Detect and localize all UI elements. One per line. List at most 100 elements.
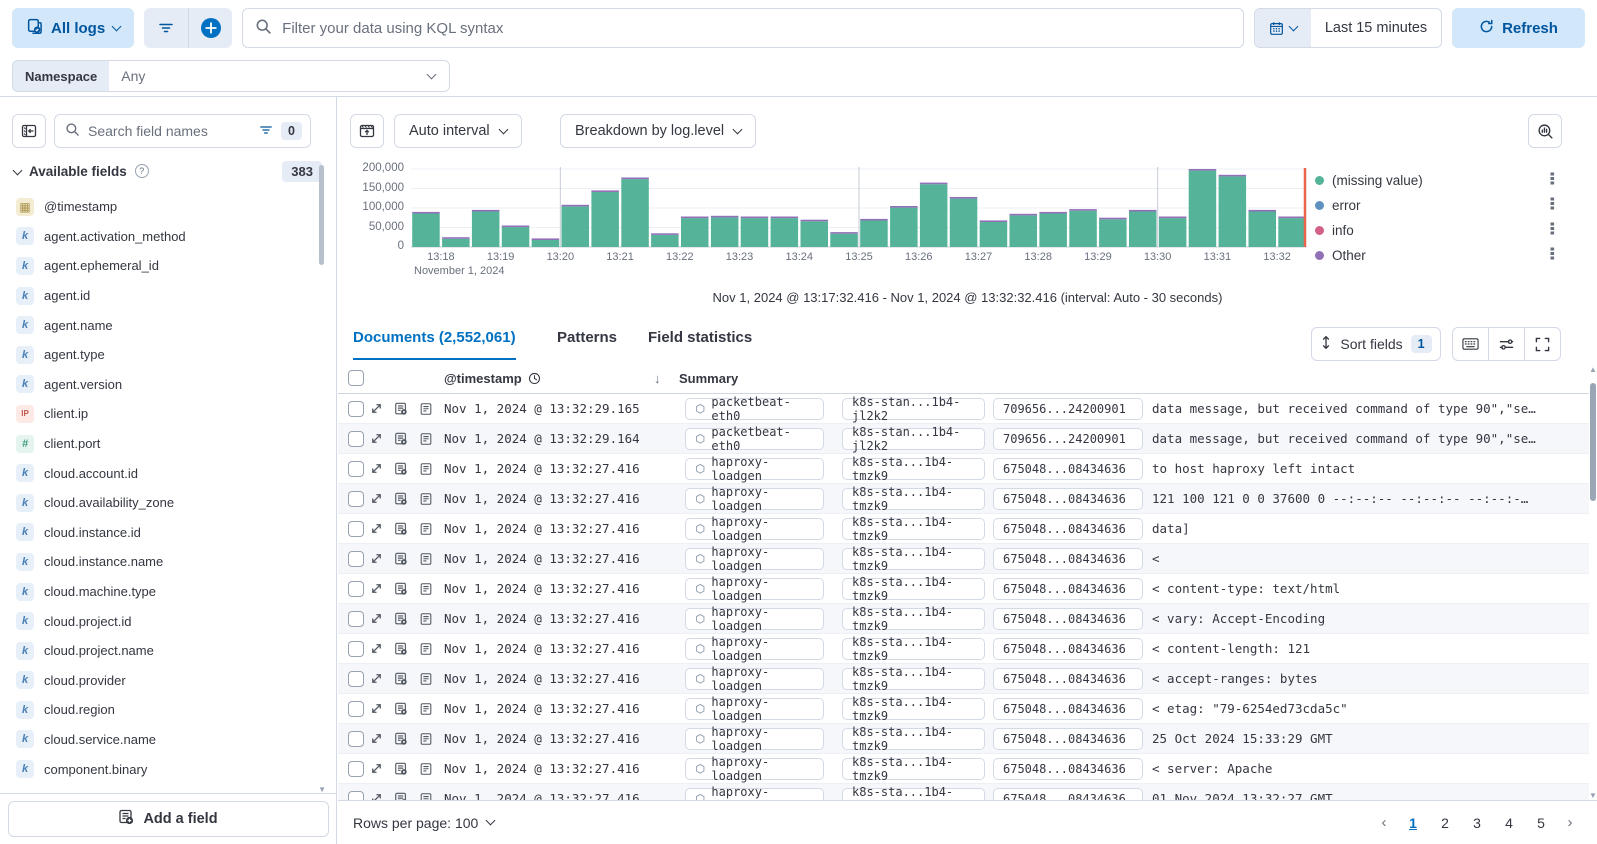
kql-search-input[interactable]	[282, 20, 1231, 37]
refresh-button[interactable]: Refresh	[1452, 8, 1585, 48]
field-search[interactable]: 0	[54, 114, 311, 148]
resource-badge[interactable]: k8s-sta...1b4-tmzk9	[842, 788, 985, 801]
field-list-item[interactable]: ▦ @timestamp	[0, 192, 322, 222]
surrounding-documents-icon[interactable]	[392, 610, 410, 628]
histogram[interactable]: 13:1813:1913:2013:2113:2213:2313:2413:25…	[411, 167, 1307, 279]
service-badge[interactable]: haproxy-loadgen	[685, 518, 824, 540]
view-document-icon[interactable]	[417, 640, 435, 658]
table-row[interactable]: Nov 1, 2024 @ 13:32:27.416 haproxy-loadg…	[338, 754, 1589, 784]
service-badge[interactable]: haproxy-loadgen	[685, 758, 824, 780]
resource-badge[interactable]: k8s-sta...1b4-tmzk9	[842, 758, 985, 780]
row-checkbox[interactable]	[348, 491, 364, 507]
view-document-icon[interactable]	[417, 790, 435, 801]
field-list-item[interactable]: k agent.version	[0, 370, 322, 400]
resource-badge[interactable]: k8s-sta...1b4-tmzk9	[842, 578, 985, 600]
collapse-sidebar-button[interactable]	[12, 114, 46, 148]
view-document-icon[interactable]	[417, 460, 435, 478]
fullscreen-button[interactable]	[1524, 328, 1560, 360]
legend-item[interactable]: (missing value)	[1315, 168, 1555, 193]
trace-id-badge[interactable]: 675048...08434636	[993, 608, 1143, 630]
trace-id-badge[interactable]: 675048...08434636	[993, 788, 1143, 801]
surrounding-documents-icon[interactable]	[392, 550, 410, 568]
surrounding-documents-icon[interactable]	[392, 580, 410, 598]
select-all-checkbox[interactable]	[348, 370, 364, 386]
row-checkbox[interactable]	[348, 431, 364, 447]
grid-scrollbar[interactable]	[1590, 373, 1596, 800]
row-checkbox[interactable]	[348, 671, 364, 687]
surrounding-documents-icon[interactable]	[392, 520, 410, 538]
row-checkbox[interactable]	[348, 761, 364, 777]
scroll-down-icon[interactable]: ▼	[1589, 791, 1597, 800]
resource-badge[interactable]: k8s-sta...1b4-tmzk9	[842, 608, 985, 630]
table-row[interactable]: Nov 1, 2024 @ 13:32:27.416 haproxy-loadg…	[338, 664, 1589, 694]
tab-documents[interactable]: Documents (2,552,061)	[353, 329, 516, 360]
expand-row-icon[interactable]	[367, 640, 385, 658]
filter-button[interactable]	[144, 8, 188, 48]
trace-id-badge[interactable]: 675048...08434636	[993, 488, 1143, 510]
service-badge[interactable]: haproxy-loadgen	[685, 668, 824, 690]
hide-chart-button[interactable]	[350, 114, 384, 148]
time-range-button[interactable]: Last 15 minutes	[1311, 9, 1441, 47]
table-row[interactable]: Nov 1, 2024 @ 13:32:27.416 haproxy-loadg…	[338, 724, 1589, 754]
row-checkbox[interactable]	[348, 731, 364, 747]
resource-badge[interactable]: k8s-sta...1b4-tmzk9	[842, 548, 985, 570]
kql-search-bar[interactable]	[242, 8, 1244, 48]
sidebar-scrollbar-thumb[interactable]	[319, 165, 324, 265]
summary-column-header[interactable]: Summary	[679, 371, 738, 386]
row-checkbox[interactable]	[348, 461, 364, 477]
service-badge[interactable]: packetbeat-eth0	[685, 428, 824, 450]
view-document-icon[interactable]	[417, 430, 435, 448]
surrounding-documents-icon[interactable]	[392, 670, 410, 688]
resource-badge[interactable]: k8s-sta...1b4-tmzk9	[842, 488, 985, 510]
resource-badge[interactable]: k8s-sta...1b4-tmzk9	[842, 518, 985, 540]
trace-id-badge[interactable]: 675048...08434636	[993, 758, 1143, 780]
trace-id-badge[interactable]: 675048...08434636	[993, 518, 1143, 540]
table-row[interactable]: Nov 1, 2024 @ 13:32:27.416 haproxy-loadg…	[338, 544, 1589, 574]
view-document-icon[interactable]	[417, 550, 435, 568]
row-checkbox[interactable]	[348, 551, 364, 567]
table-row[interactable]: Nov 1, 2024 @ 13:32:27.416 haproxy-loadg…	[338, 694, 1589, 724]
expand-row-icon[interactable]	[367, 400, 385, 418]
expand-row-icon[interactable]	[367, 610, 385, 628]
expand-row-icon[interactable]	[367, 520, 385, 538]
view-document-icon[interactable]	[417, 580, 435, 598]
field-list-item[interactable]: k agent.id	[0, 281, 322, 311]
surrounding-documents-icon[interactable]	[392, 460, 410, 478]
row-checkbox[interactable]	[348, 401, 364, 417]
resource-badge[interactable]: k8s-sta...1b4-tmzk9	[842, 638, 985, 660]
trace-id-badge[interactable]: 675048...08434636	[993, 668, 1143, 690]
interval-dropdown[interactable]: Auto interval	[394, 114, 522, 148]
row-checkbox[interactable]	[348, 611, 364, 627]
trace-id-badge[interactable]: 675048...08434636	[993, 458, 1143, 480]
previous-page-button[interactable]: ‹	[1375, 814, 1393, 831]
view-document-icon[interactable]	[417, 520, 435, 538]
expand-row-icon[interactable]	[367, 580, 385, 598]
field-list-item[interactable]: k agent.ephemeral_id	[0, 251, 322, 281]
legend-item[interactable]: info	[1315, 218, 1555, 243]
row-checkbox[interactable]	[348, 701, 364, 717]
expand-row-icon[interactable]	[367, 550, 385, 568]
field-list-item[interactable]: k cloud.service.name	[0, 725, 322, 755]
surrounding-documents-icon[interactable]	[392, 640, 410, 658]
legend-actions-icon[interactable]	[1550, 172, 1555, 190]
add-field-button[interactable]: Add a field	[8, 801, 329, 837]
surrounding-documents-icon[interactable]	[392, 790, 410, 801]
expand-row-icon[interactable]	[367, 460, 385, 478]
table-row[interactable]: Nov 1, 2024 @ 13:32:27.416 haproxy-loadg…	[338, 454, 1589, 484]
row-checkbox[interactable]	[348, 791, 364, 801]
field-list-item[interactable]: k cloud.account.id	[0, 458, 322, 488]
view-document-icon[interactable]	[417, 490, 435, 508]
add-filter-button[interactable]	[188, 8, 232, 48]
view-document-icon[interactable]	[417, 760, 435, 778]
surrounding-documents-icon[interactable]	[392, 700, 410, 718]
table-row[interactable]: Nov 1, 2024 @ 13:32:27.416 haproxy-loadg…	[338, 484, 1589, 514]
resource-badge[interactable]: k8s-stan...1b4-jl2k2	[842, 398, 985, 420]
surrounding-documents-icon[interactable]	[392, 490, 410, 508]
tab-patterns[interactable]: Patterns	[557, 329, 617, 358]
field-list-item[interactable]: k cloud.provider	[0, 666, 322, 696]
row-checkbox[interactable]	[348, 641, 364, 657]
page-number-button[interactable]: 5	[1529, 810, 1553, 836]
field-list-item[interactable]: k agent.activation_method	[0, 222, 322, 252]
surrounding-documents-icon[interactable]	[392, 730, 410, 748]
table-row[interactable]: Nov 1, 2024 @ 13:32:27.416 haproxy-loadg…	[338, 634, 1589, 664]
